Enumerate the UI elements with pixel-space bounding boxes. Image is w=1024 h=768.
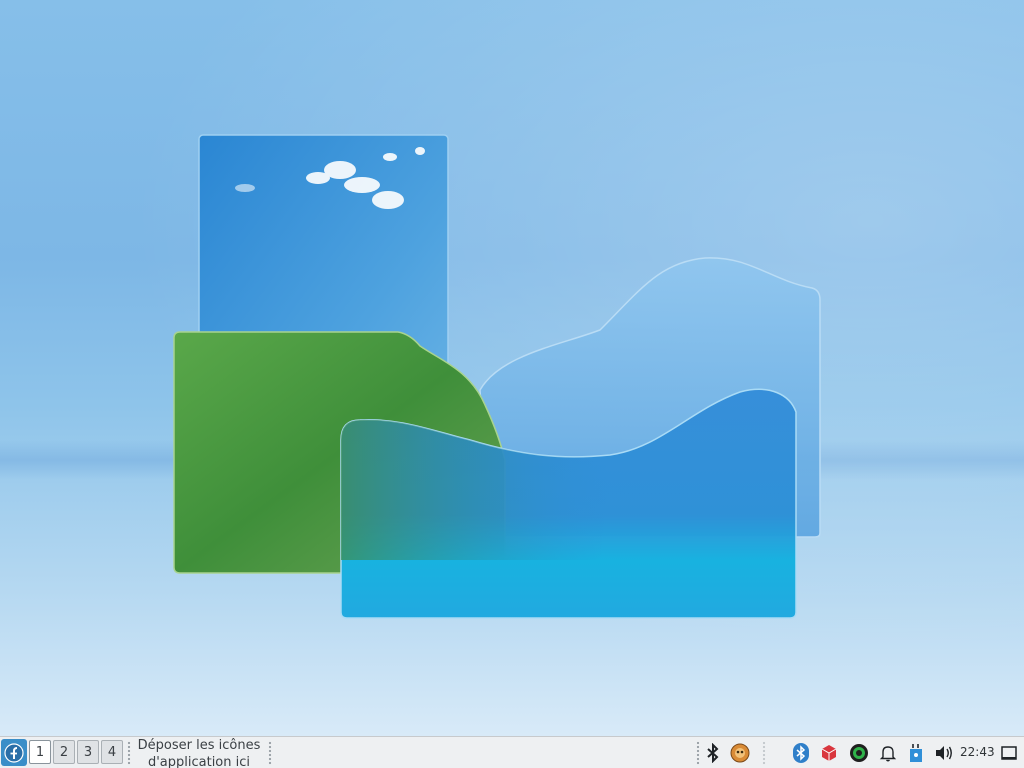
desktop-wallpaper[interactable]	[0, 0, 1024, 736]
panel-drag-handle-right[interactable]	[268, 741, 272, 765]
launcher-drop-hint[interactable]: Déposer les icônes d'application ici	[132, 737, 266, 768]
pidgin-icon[interactable]	[729, 742, 751, 764]
bluetooth-applet-icon[interactable]	[790, 742, 812, 764]
virtual-desktop-pager: 1 2 3 4	[29, 740, 125, 764]
package-icon[interactable]	[818, 742, 840, 764]
application-menu-button[interactable]	[1, 739, 27, 766]
fedora-logo-icon	[4, 742, 24, 763]
desktop-1-button[interactable]: 1	[29, 740, 51, 764]
tray-separator	[762, 741, 766, 765]
record-icon[interactable]	[848, 742, 870, 764]
panel-drag-handle-left[interactable]	[127, 741, 131, 765]
keyboard-layout-icon[interactable]	[905, 742, 927, 764]
volume-icon[interactable]	[933, 742, 955, 764]
desktop-4-button[interactable]: 4	[101, 740, 123, 764]
bluetooth-icon[interactable]	[702, 742, 724, 764]
taskbar-panel: 1 2 3 4 Déposer les icônes d'application…	[0, 736, 1024, 768]
tray-drag-handle[interactable]	[696, 741, 700, 765]
desktop-3-button[interactable]: 3	[77, 740, 99, 764]
wallpaper-glass-shapes	[173, 134, 821, 619]
show-desktop-icon[interactable]	[998, 742, 1020, 764]
clock[interactable]: 22:43	[960, 745, 995, 759]
notifications-icon[interactable]	[877, 742, 899, 764]
desktop-2-button[interactable]: 2	[53, 740, 75, 764]
